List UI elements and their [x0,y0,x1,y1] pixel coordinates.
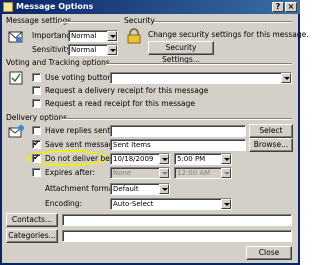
categories-input[interactable] [62,230,292,242]
have-replies-checkbox[interactable] [32,126,41,135]
delivery-header: Delivery options [6,113,68,122]
close-button[interactable]: Close [246,246,292,260]
read-receipt-label: Request a read receipt for this message [45,99,196,108]
contacts-input[interactable] [62,214,292,226]
encoding-value: Auto-Select [113,200,154,208]
help-button[interactable]: ? [272,2,284,12]
security-description: Change security settings for this messag… [148,30,309,39]
envelope-icon [3,2,13,12]
envelope-settings-icon [8,31,23,43]
security-settings-button[interactable]: Security Settings... [148,41,214,64]
title-bar[interactable]: Message Options ? × [0,0,300,14]
delivery-receipt-label: Request a delivery receipt for this mess… [45,86,209,95]
contacts-button[interactable]: Contacts... [6,213,58,227]
read-receipt-checkbox[interactable] [32,99,41,108]
lock-icon [127,28,141,44]
deliver-time-select[interactable]: 5:00 PM [174,153,232,165]
chevron-down-icon[interactable] [221,168,231,178]
expires-date-select[interactable]: None [110,167,170,179]
expires-time-select[interactable]: 12:00 AM [174,167,232,179]
voting-icon [9,71,23,85]
chevron-down-icon[interactable] [107,31,117,41]
divider [60,118,292,120]
chevron-down-icon[interactable] [159,154,169,164]
categories-button[interactable]: Categories... [6,229,58,243]
chevron-down-icon[interactable] [159,184,169,194]
chevron-down-icon[interactable] [159,168,169,178]
use-voting-buttons-label: Use voting buttons: [45,73,119,82]
expires-after-label: Expires after: [45,168,95,177]
divider [106,63,292,65]
security-header: Security [124,16,155,25]
divider [60,21,120,23]
voting-buttons-select[interactable] [110,72,292,84]
attachment-format-select[interactable]: Default [110,183,170,195]
expires-after-checkbox[interactable] [32,168,41,177]
deliver-date-value: 10/18/2009 [113,155,154,163]
security-settings-label: Security Settings... [162,43,200,64]
use-voting-buttons-checkbox[interactable] [32,73,41,82]
window-title: Message Options [16,2,94,11]
have-replies-input[interactable] [110,125,246,137]
close-label: Close [258,248,280,257]
encoding-label: Encoding: [45,199,83,208]
chevron-down-icon[interactable] [221,154,231,164]
save-sent-checkbox[interactable] [32,139,41,149]
voting-header: Voting and Tracking options [6,58,110,67]
deliver-time-value: 5:00 PM [177,155,206,163]
browse-button[interactable]: Browse... [249,138,293,152]
expires-date-value: None [113,169,132,177]
attachment-format-label: Attachment format: [45,184,119,193]
close-window-button[interactable]: × [285,2,297,12]
chevron-down-icon[interactable] [107,45,117,55]
importance-select[interactable]: Normal [68,30,118,42]
deliver-date-select[interactable]: 10/18/2009 [110,153,170,165]
select-names-button[interactable]: Select Names... [249,124,293,147]
sensitivity-select[interactable]: Normal [68,44,118,56]
save-sent-value: Sent Items [113,141,151,149]
sensitivity-label: Sensitivity: [32,45,74,54]
delivery-receipt-checkbox[interactable] [32,86,41,95]
delivery-icon [8,125,24,138]
divider [154,21,292,23]
categories-label: Categories... [8,231,56,240]
sensitivity-value: Normal [71,46,97,54]
encoding-select[interactable]: Auto-Select [110,198,232,210]
dialog-body: Message settings Importance: Normal Sens… [2,14,309,263]
chevron-down-icon[interactable] [281,73,291,83]
message-options-window: Message Options ? × Message settings Imp… [0,0,309,265]
expires-time-value: 12:00 AM [177,169,211,177]
importance-value: Normal [71,32,97,40]
attachment-format-value: Default [113,185,139,193]
contacts-label: Contacts... [11,215,53,224]
save-sent-input[interactable]: Sent Items [110,139,246,151]
browse-label: Browse... [253,140,289,149]
do-not-deliver-checkbox[interactable] [32,153,41,163]
chevron-down-icon[interactable] [221,199,231,209]
